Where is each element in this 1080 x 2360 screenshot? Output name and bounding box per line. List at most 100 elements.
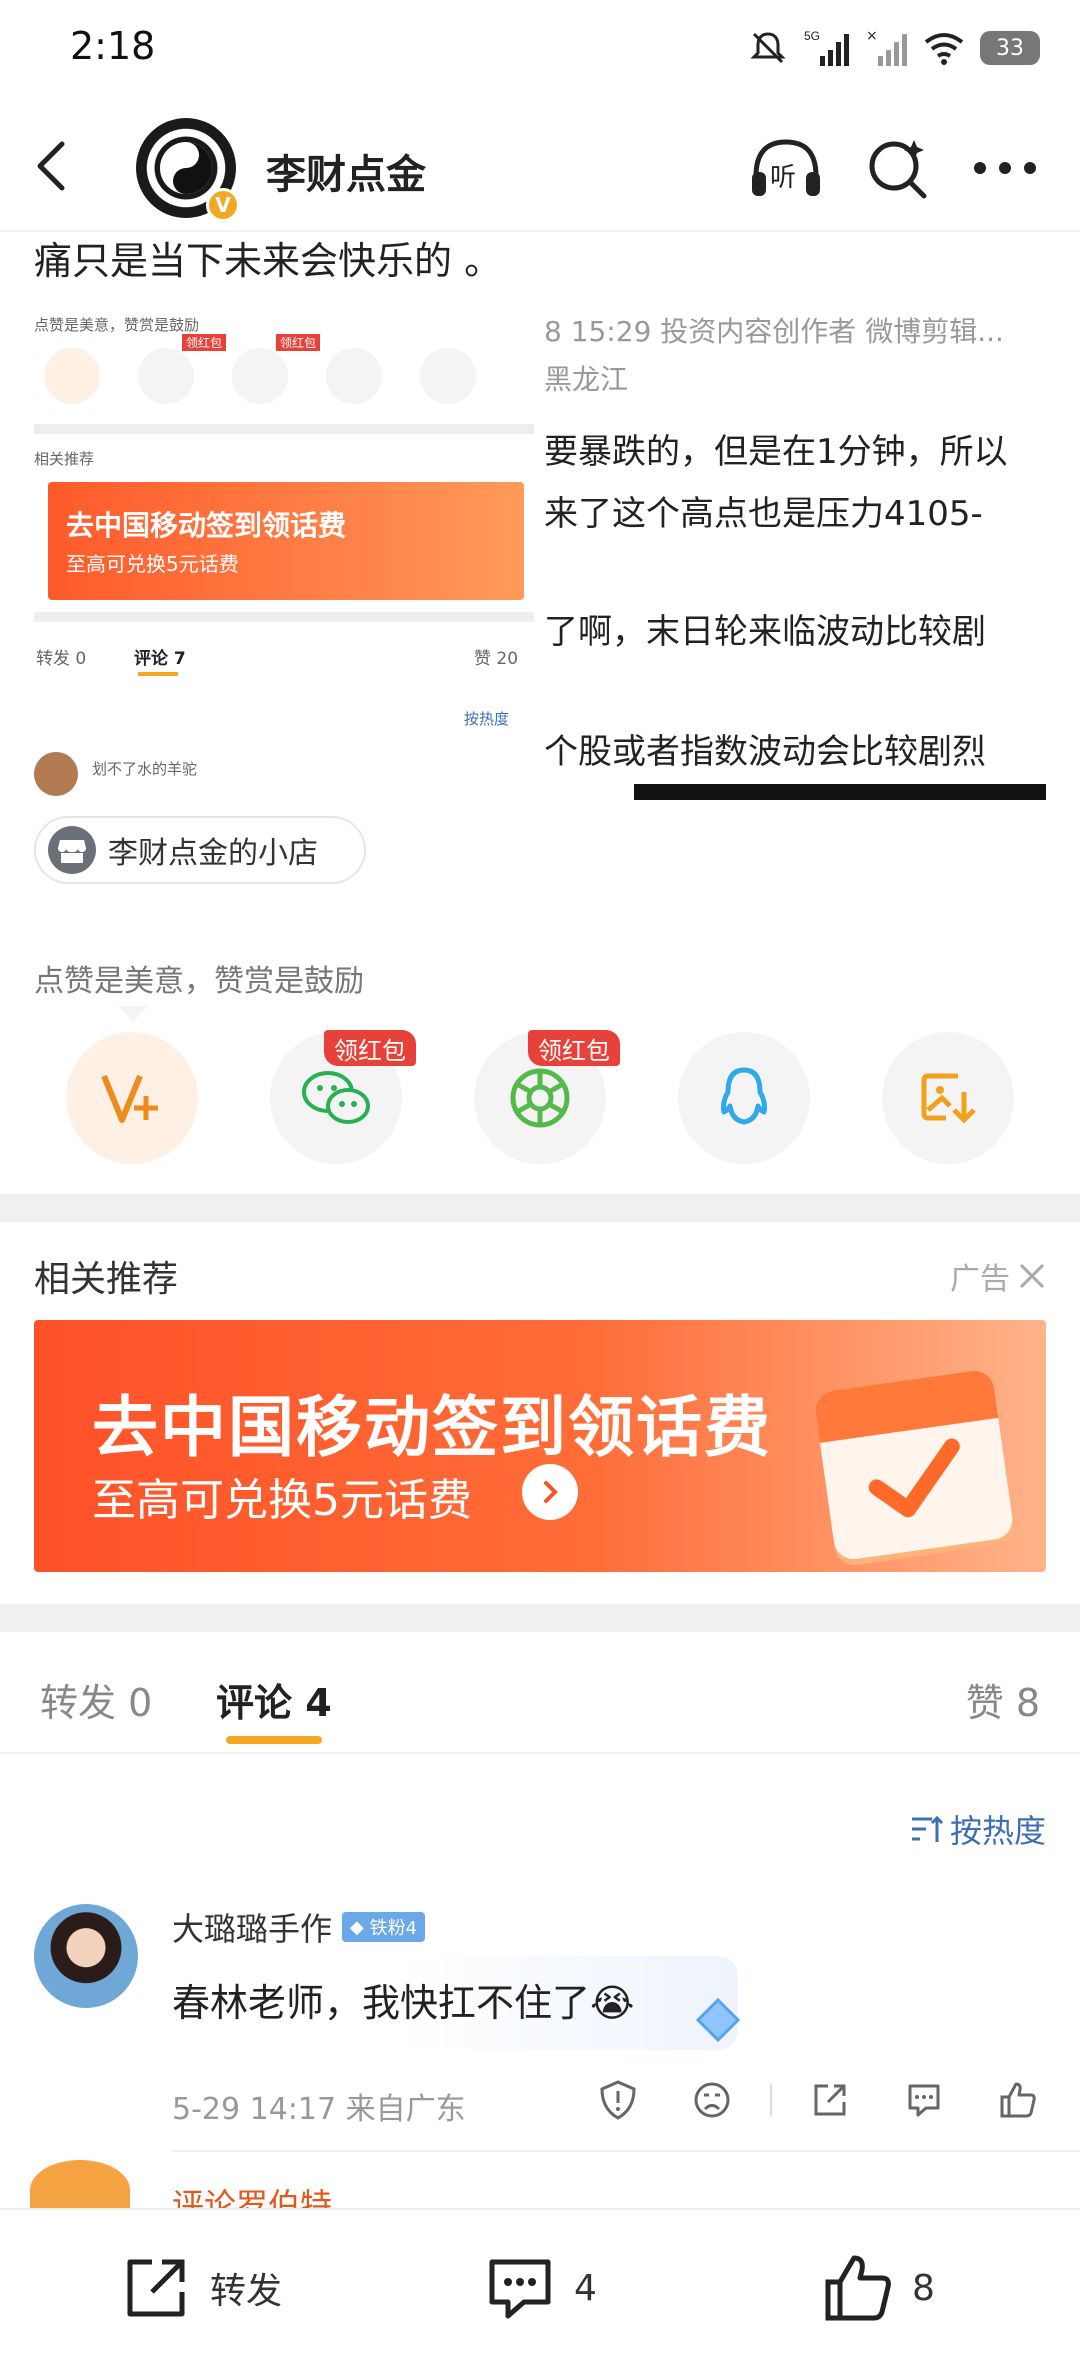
chevron-left-icon	[37, 141, 65, 191]
chat-bubble-icon	[908, 2084, 940, 2117]
search-sparkle-icon	[869, 140, 927, 199]
action-divider	[770, 2084, 772, 2116]
mini-banner-title: 去中国移动签到领话费	[66, 509, 347, 542]
mini-redpack-1: 领红包	[182, 334, 227, 351]
comment-separator	[172, 2150, 1080, 2152]
shop-link[interactable]: 李财点金的小店	[34, 816, 366, 884]
shop-icon	[48, 826, 96, 874]
caption-pointer-icon	[118, 1006, 148, 1022]
tab-comment[interactable]: 评论 4	[216, 1672, 332, 1727]
redpack-badge-wechat[interactable]: 领红包	[324, 1030, 416, 1066]
comment-like-button[interactable]	[990, 2072, 1046, 2128]
account-avatar[interactable]: V	[136, 118, 240, 222]
embedded-right-line-2: 黑龙江	[544, 363, 629, 396]
tab-like[interactable]: 赞 8	[966, 1672, 1040, 1727]
ad-close-button[interactable]: 广告	[950, 1254, 1046, 1298]
mini-ad-banner: 去中国移动签到领话费 至高可兑换5元话费	[48, 482, 524, 600]
back-button[interactable]	[26, 134, 86, 198]
embedded-right-line-1: 8 15:29 投资内容创作者 微博剪辑...	[544, 315, 1004, 348]
like-button[interactable]: 8	[822, 2248, 935, 2328]
chevron-right-icon	[522, 1464, 578, 1520]
embedded-right-line-6: 个股或者指数波动会比较剧烈	[544, 732, 986, 772]
mini-tab-repost: 转发 0	[36, 649, 87, 669]
signal-icon: ×	[866, 28, 907, 66]
close-icon	[1019, 1263, 1045, 1289]
qq-icon	[721, 1067, 767, 1125]
mute-icon	[750, 32, 786, 64]
comment-reply-button[interactable]	[896, 2072, 952, 2128]
svg-text:5G: 5G	[804, 29, 820, 43]
mini-commenter-avatar	[34, 752, 78, 796]
tab-repost[interactable]: 转发 0	[40, 1672, 152, 1727]
embedded-right-line-4: 来了这个高点也是压力4105-	[544, 494, 983, 534]
post-image[interactable]: 点赞是美意，赞赏是鼓励 领红包 领红包 相关推荐 去中国移动签到领话费 至高可兑…	[34, 300, 1046, 800]
mini-save-image-icon	[420, 348, 476, 404]
reward-row: 领红包 领红包	[0, 1030, 1080, 1168]
sort-button[interactable]: 按热度	[910, 1806, 1046, 1852]
mini-reward-caption: 点赞是美意，赞赏是鼓励	[34, 316, 200, 334]
like-count: 8	[912, 2267, 935, 2309]
ad-banner[interactable]: 去中国移动签到领话费 至高可兑换5元话费	[34, 1320, 1046, 1572]
mini-commenter-name: 划不了水的羊驼	[92, 760, 198, 778]
banner-title: 去中国移动签到领话费	[92, 1389, 772, 1466]
svg-text:听: 听	[770, 163, 796, 193]
diamond-decoration-icon	[695, 1997, 741, 2043]
save-image-button[interactable]	[882, 1032, 1014, 1164]
dislike-button[interactable]	[684, 2072, 740, 2128]
avatar[interactable]	[34, 1904, 138, 2008]
section-divider	[0, 1194, 1080, 1222]
battery-indicator: 33	[980, 31, 1040, 65]
mini-wechat-icon	[138, 348, 194, 404]
sad-face-icon	[694, 2082, 730, 2118]
redpack-badge-moments[interactable]: 领红包	[528, 1030, 620, 1066]
sort-icon	[911, 1815, 944, 1842]
comment-actions	[590, 2072, 1050, 2128]
embedded-screenshot-left: 点赞是美意，赞赏是鼓励 领红包 领红包 相关推荐 去中国移动签到领话费 至高可兑…	[34, 300, 534, 800]
share-icon	[814, 2084, 846, 2116]
fan-badge: ◆ 铁粉4	[342, 1912, 426, 1942]
listen-button[interactable]: 听	[748, 136, 824, 200]
comment-meta: 5-29 14:17 来自广东	[172, 2092, 466, 2127]
svg-text:×: ×	[866, 28, 878, 44]
search-button[interactable]	[866, 136, 930, 200]
thumbs-up-icon	[825, 2255, 891, 2321]
banner-subtitle: 至高可兑换5元话费	[92, 1475, 472, 1526]
calendar-check-illustration	[813, 1368, 1015, 1562]
mini-v-plus-icon	[44, 348, 100, 404]
mini-moments-icon	[232, 348, 288, 404]
mini-qq-icon	[326, 348, 382, 404]
verified-badge: V	[206, 188, 240, 222]
mini-banner-subtitle: 至高可兑换5元话费	[66, 552, 239, 576]
status-icons: 5G × 33	[748, 24, 1040, 72]
account-name[interactable]: 李财点金	[266, 142, 426, 200]
mini-related-title: 相关推荐	[34, 450, 95, 468]
wifi-icon	[924, 33, 964, 65]
ad-label: 广告	[950, 1262, 1010, 1297]
reward-button[interactable]	[66, 1032, 198, 1164]
signal-5g-icon: 5G	[804, 29, 849, 66]
tab-active-indicator	[226, 1736, 322, 1744]
comment-user-name: 大璐璐手作	[172, 1910, 333, 1948]
repost-button[interactable]: 转发	[120, 2248, 282, 2328]
comment-user[interactable]: 大璐璐手作 ◆ 铁粉4	[172, 1904, 426, 1950]
fan-badge-label: 铁粉4	[369, 1918, 418, 1939]
share-icon	[127, 2259, 185, 2317]
chat-bubble-icon	[489, 2259, 551, 2319]
mini-separator-2	[34, 612, 534, 622]
v-plus-icon	[101, 1074, 158, 1123]
shop-label: 李财点金的小店	[108, 836, 318, 871]
comment-button[interactable]: 4	[484, 2248, 597, 2328]
report-button[interactable]	[590, 2072, 646, 2128]
related-title: 相关推荐	[34, 1259, 179, 1300]
comment-share-button[interactable]	[802, 2072, 858, 2128]
save-image-icon	[921, 1073, 976, 1124]
thumbs-up-icon	[1000, 2082, 1036, 2118]
more-button[interactable]	[970, 148, 1040, 188]
sort-label: 按热度	[949, 1812, 1046, 1850]
mini-sort: 按热度	[464, 710, 510, 728]
headphones-icon: 听	[752, 139, 820, 196]
share-qq-button[interactable]	[678, 1032, 810, 1164]
warning-shield-icon	[600, 2080, 636, 2120]
mini-separator	[34, 424, 534, 434]
comment-text: 春林老师，我快扛不住了😭	[172, 1981, 635, 2025]
